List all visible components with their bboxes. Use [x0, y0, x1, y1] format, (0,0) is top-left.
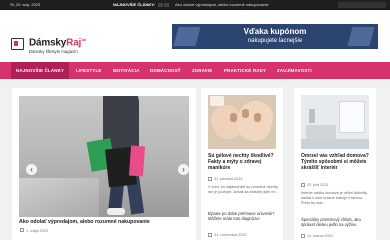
article-card-nails[interactable]: Sú gélové nechty škodlivé? Fakty a mýty …	[201, 88, 283, 240]
social-icons[interactable]	[338, 2, 386, 8]
nails-article-excerpt: V čom, čo najdrachšie sú prírodné nechty…	[208, 185, 279, 194]
nav-item-practical-tips[interactable]: PRAKTICKÉ RADY	[224, 62, 266, 79]
featured-article-image[interactable]	[19, 96, 189, 217]
site-tagline: Dámsky lifestyle magazín	[29, 49, 78, 54]
calendar-icon	[20, 228, 24, 232]
next-article-title[interactable]: Bývate po dobe prehnave universii? Môžet…	[208, 211, 280, 221]
logo-name-part2: Raj	[66, 37, 82, 49]
nav-item-latest[interactable]: NAJNOVŠIE ČLÁNKY	[11, 62, 70, 79]
nav-item-curiosities[interactable]: ZAUJÍMAVOSTI	[277, 62, 312, 79]
top-bar: St, 20. sep, 2023 NAJNOVŠIE ČLÁNKY: Ako …	[0, 0, 390, 10]
latest-news-label: NAJNOVŠIE ČLÁNKY:	[113, 2, 155, 7]
logo-icon[interactable]	[11, 38, 24, 50]
nails-article-title[interactable]: Sú gélové nechty škodlivé? Fakty a mýty …	[208, 153, 280, 171]
ad-banner[interactable]: Vďaka kupónom nakupujete lacnejšie	[172, 24, 378, 49]
nav-item-household[interactable]: DOMÁCNOSŤ	[150, 62, 181, 79]
featured-article-title[interactable]: Ako odolať výpredajom, alebo rozumné nak…	[19, 219, 194, 225]
main-navigation: NAJNOVŠIE ČLÁNKY LIFESTYLE MOTIVÁCIA DOM…	[0, 62, 390, 79]
banner-subline: nakupujete lacnejšie	[247, 38, 303, 44]
slider-prev-button[interactable]: ‹	[26, 164, 37, 175]
logo-tld: .sk	[81, 37, 87, 42]
featured-article-card[interactable]: ‹ › Ako odolať výpredajom, alebo rozumné…	[12, 88, 196, 240]
interior-article-image[interactable]	[301, 95, 369, 149]
article-card-interior[interactable]: Omrzel vás vzhľad domova? Týmito spôsobm…	[294, 88, 376, 240]
calendar-icon	[301, 183, 305, 187]
nav-item-health[interactable]: ZDRAVIE	[192, 62, 212, 79]
next-article-title[interactable]: Špeciálny proteinový chlieb, ako správať…	[301, 217, 373, 227]
nav-item-lifestyle[interactable]: LIFESTYLE	[76, 62, 101, 79]
nails-article-date: 31. januára 2023	[214, 177, 243, 181]
ticker-next-button[interactable]	[164, 3, 169, 7]
banner-headline: Vďaka kupónom	[243, 27, 307, 36]
calendar-icon	[208, 177, 212, 181]
next-article-date: 11. marca 2021	[307, 234, 334, 238]
calendar-icon	[301, 234, 305, 238]
nav-item-motivation[interactable]: MOTIVÁCIA	[113, 62, 139, 79]
calendar-icon	[208, 233, 212, 237]
next-article-date: 31. novembra 2022	[214, 233, 247, 237]
current-date: St, 20. sep, 2023	[10, 2, 41, 7]
news-ticker-link[interactable]: Ako odolať výpredajom, alebo rozumné nak…	[175, 0, 269, 10]
featured-article-date: 1. mája 2023	[26, 229, 48, 233]
slider-next-button[interactable]: ›	[178, 164, 189, 175]
logo-name-part1: Dámsky	[29, 37, 67, 49]
site-logo[interactable]: DámskyRaj.sk	[29, 37, 86, 48]
interior-article-excerpt: Interiér našho domova je veľmi dôležitý,…	[301, 191, 368, 205]
interior-article-date: 22. júla 2021	[307, 183, 329, 187]
nails-article-image[interactable]	[208, 95, 276, 149]
ticker-prev-button[interactable]	[158, 3, 163, 7]
interior-article-title[interactable]: Omrzel vás vzhľad domova? Týmito spôsobm…	[301, 153, 373, 171]
